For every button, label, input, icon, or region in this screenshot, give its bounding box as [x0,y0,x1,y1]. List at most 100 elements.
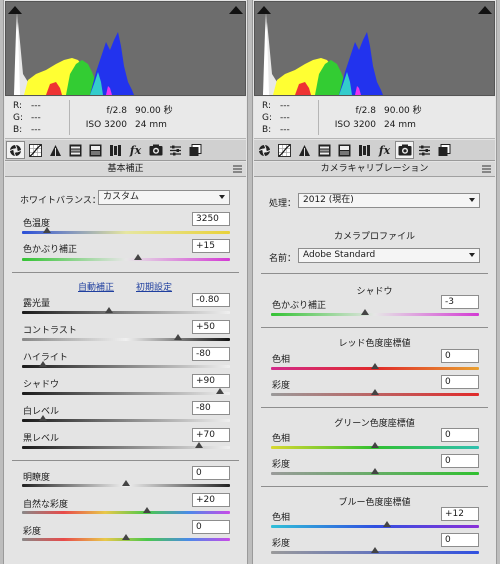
exposure-slider-track[interactable] [22,311,230,314]
tab-camera-calibration[interactable] [146,141,165,159]
tab-lens-corrections[interactable] [106,141,125,159]
temperature-slider-track[interactable] [22,231,230,234]
profile-name-value: Adobe Standard [303,250,376,260]
tab-basic[interactable] [6,141,25,159]
contrast-input[interactable]: +50 [192,320,230,334]
tab-snapshots[interactable] [186,141,205,159]
vibrance-input[interactable]: +20 [192,493,230,507]
g-readout: G: --- [13,113,41,123]
auto-link[interactable]: 自動補正 [78,280,114,293]
profile-name-select[interactable]: Adobe Standard [298,248,480,263]
section-divider [261,273,488,274]
blue-hue-slider-thumb[interactable] [383,521,392,527]
vibrance-slider-thumb[interactable] [142,507,151,513]
basic-panel-column: R: --- G: --- B: --- f/2.8 90.00 秒 ISO 3200 2… [3,0,248,564]
panel-tabs: fx [5,140,246,161]
blue-hue-slider-track[interactable] [271,525,479,528]
tint-slider-track[interactable] [22,258,230,261]
blue-sat-slider-thumb[interactable] [371,547,379,553]
red-sat-slider-thumb[interactable] [371,389,379,395]
saturation-slider-thumb[interactable] [122,534,130,540]
panel-menu-icon[interactable] [482,165,491,173]
green-hue-label: 色相 [272,434,291,444]
tab-detail[interactable] [46,141,65,159]
red-sat-input[interactable]: 0 [441,375,479,389]
whites-slider-track[interactable] [22,419,230,422]
green-hue-input[interactable]: 0 [441,428,479,442]
shadow-tint-slider-thumb[interactable] [360,309,369,315]
section-divider [261,327,488,328]
tab-presets[interactable] [166,141,185,159]
default-link[interactable]: 初期設定 [136,280,172,293]
highlights-slider-thumb[interactable] [38,361,47,367]
iso: ISO 3200 [85,120,127,130]
tab-lens-corrections[interactable] [355,141,374,159]
tab-presets[interactable] [415,141,434,159]
red-sat-label: 彩度 [272,381,291,391]
vibrance-slider-track[interactable] [22,511,230,514]
whites-slider-thumb[interactable] [38,415,47,421]
contrast-slider-thumb[interactable] [174,334,182,340]
process-select[interactable]: 2012 (現在) [298,193,480,208]
shadow-tint-slider-track[interactable] [271,313,479,316]
shadow-tint-input[interactable]: -3 [441,295,479,309]
tint-input[interactable]: +15 [192,239,230,253]
tab-hsl[interactable] [66,141,85,159]
tab-hsl[interactable] [315,141,334,159]
image-info: R: --- G: --- B: --- f/2.8 90.00 秒 ISO 3200 2… [254,97,495,139]
exposure-input[interactable]: -0.80 [192,293,230,307]
split-toning-icon [338,144,351,156]
highlight-clipping-toggle[interactable] [229,4,243,14]
exposure-slider-thumb[interactable] [105,307,114,313]
red-hue-input[interactable]: 0 [441,349,479,363]
red-hue-slider-thumb[interactable] [371,363,379,369]
b-readout: B: --- [262,125,290,135]
green-sat-input[interactable]: 0 [441,454,479,468]
tab-tone-curve[interactable] [275,141,294,159]
saturation-input[interactable]: 0 [192,520,230,534]
chevron-down-icon [469,198,475,202]
white-balance-select[interactable]: カスタム [98,190,230,205]
tab-split-toning[interactable] [335,141,354,159]
split-toning-icon [89,144,102,156]
tab-effects[interactable]: fx [126,141,145,159]
tab-camera-calibration[interactable] [395,141,414,159]
section-divider [12,272,239,273]
tab-basic[interactable] [255,141,274,159]
tab-tone-curve[interactable] [26,141,45,159]
blacks-label: 黒レベル [23,434,60,444]
tint-slider-thumb[interactable] [134,254,143,260]
shadows-slider-track[interactable] [22,392,230,395]
panel-menu-icon[interactable] [233,165,242,173]
tab-effects[interactable]: fx [375,141,394,159]
shadows-input[interactable]: +90 [192,374,230,388]
clarity-input[interactable]: 0 [192,466,230,480]
info-separator [69,100,70,135]
blue-sat-input[interactable]: 0 [441,533,479,547]
aperture: f/2.8 [106,106,127,116]
blacks-slider-thumb[interactable] [194,442,203,448]
green-sat-slider-thumb[interactable] [371,468,379,474]
shadow-clipping-toggle[interactable] [8,4,22,14]
highlight-clipping-toggle[interactable] [478,4,492,14]
temperature-input[interactable]: 3250 [192,212,230,226]
whites-input[interactable]: -80 [192,401,230,415]
highlights-input[interactable]: -80 [192,347,230,361]
camera-raw-panels: R: --- G: --- B: --- f/2.8 90.00 秒 ISO 3200 2… [0,0,500,564]
blue-hue-label: 色相 [272,513,291,523]
presets-icon [419,145,430,155]
temperature-slider-thumb[interactable] [42,227,51,233]
contrast-slider-track[interactable] [22,338,230,341]
blue-hue-input[interactable]: +12 [441,507,479,521]
shadows-slider-thumb[interactable] [215,388,224,394]
clarity-slider-thumb[interactable] [122,480,130,486]
tab-split-toning[interactable] [86,141,105,159]
info-separator [318,100,319,135]
tab-detail[interactable] [295,141,314,159]
green-hue-slider-thumb[interactable] [371,442,379,448]
tab-snapshots[interactable] [435,141,454,159]
shadow-clipping-toggle[interactable] [257,4,271,14]
highlights-slider-track[interactable] [22,365,230,368]
aperture-icon [258,144,271,156]
blacks-input[interactable]: +70 [192,428,230,442]
